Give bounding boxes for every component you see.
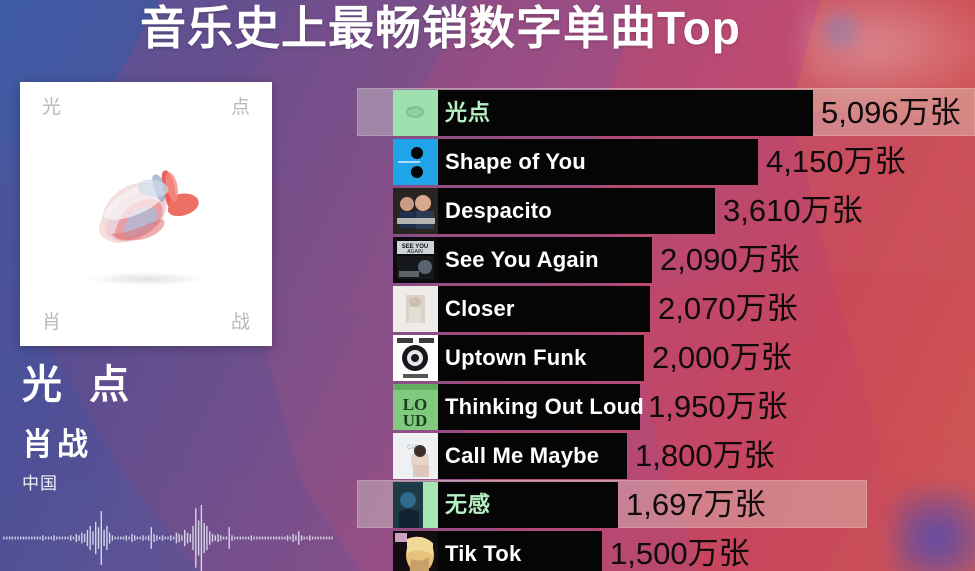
bar-value: 1,800万张 [635, 438, 775, 473]
table-row[interactable]: Despacito 3,610万张 [355, 188, 975, 234]
bar-value: 2,090万张 [660, 242, 800, 277]
album-thumbnail[interactable] [393, 188, 438, 234]
bar-label: Despacito [445, 198, 552, 223]
bar-value: 2,000万张 [652, 340, 792, 375]
bar-label: Call Me Maybe [445, 443, 600, 468]
bar-label: Thinking Out Loud [445, 394, 644, 419]
album-thumbnail[interactable]: SEE YOU AGAIN [393, 237, 438, 283]
bar [393, 188, 715, 234]
table-row[interactable]: 无感 1,697万张 [355, 480, 975, 528]
bar-label: 无感 [445, 492, 492, 517]
table-row[interactable]: SEE YOU AGAIN See You Again 2,090万张 [355, 237, 975, 283]
top-right-watermark-blob [824, 14, 858, 48]
bar-value: 2,070万张 [658, 291, 798, 326]
table-row[interactable]: Call Call Me Maybe 1,800万张 [355, 433, 975, 479]
album-cover-char-top-right: 点 [230, 97, 250, 118]
album-thumbnail[interactable] [393, 482, 438, 528]
album-thumbnail[interactable] [393, 531, 438, 571]
svg-text:UD: UD [403, 411, 428, 430]
table-row[interactable]: Closer 2,070万张 [355, 286, 975, 332]
album-artwork-brushstrokes [99, 170, 199, 244]
bar-label: Shape of You [445, 149, 586, 174]
bar-value: 1,500万张 [610, 536, 750, 571]
now-playing-artist: 肖战 [22, 427, 92, 462]
bar-label: See You Again [445, 247, 599, 272]
table-row[interactable]: LO UD Thinking Out Loud 1,950万张 [355, 384, 975, 430]
table-row[interactable]: Tik Tok 1,500万张 [355, 531, 975, 571]
album-thumbnail[interactable] [393, 90, 438, 136]
bar-label: Uptown Funk [445, 345, 587, 370]
album-cover-card: 光 点 肖 战 [20, 82, 272, 346]
video-stage: 音乐史上最畅销数字单曲Top 光 点 肖 战 光 点 肖战 中国 光点 5,09… [0, 0, 975, 571]
bar-chart-race: 光点 5,096万张 Shape of You 4,150万张 Despacito 3,6… [355, 86, 975, 571]
page-title: 音乐史上最畅销数字单曲Top [140, 2, 741, 54]
svg-text:AGAIN: AGAIN [407, 249, 423, 255]
album-thumbnail[interactable]: Call [393, 433, 438, 479]
audio-waveform-icon [3, 505, 333, 571]
top-right-glow [800, 0, 975, 100]
bar-value: 1,697万张 [626, 487, 766, 522]
bar-value: 4,150万张 [766, 144, 906, 179]
bar-label: Tik Tok [445, 541, 522, 566]
album-thumbnail[interactable]: LO UD [393, 384, 438, 430]
bar-value: 3,610万张 [723, 193, 863, 228]
bar-label: 光点 [445, 100, 492, 125]
now-playing-country: 中国 [22, 474, 58, 493]
album-art-shadow [86, 272, 206, 287]
bar-value: 5,096万张 [821, 95, 961, 130]
album-cover-char-bottom-right: 战 [230, 312, 250, 333]
now-playing-song-title: 光 点 [22, 363, 138, 407]
table-row[interactable]: 光点 5,096万张 [355, 88, 975, 136]
album-thumbnail[interactable] [393, 286, 438, 332]
bar-value: 1,950万张 [648, 389, 788, 424]
album-thumbnail[interactable] [393, 335, 438, 381]
album-cover-char-bottom-left: 肖 [42, 312, 62, 333]
table-row[interactable]: Uptown Funk 2,000万张 [355, 335, 975, 381]
album-thumbnail[interactable] [393, 139, 438, 185]
bar-label: Closer [445, 296, 515, 321]
album-cover-char-top-left: 光 [42, 97, 62, 118]
table-row[interactable]: Shape of You 4,150万张 [355, 139, 975, 185]
